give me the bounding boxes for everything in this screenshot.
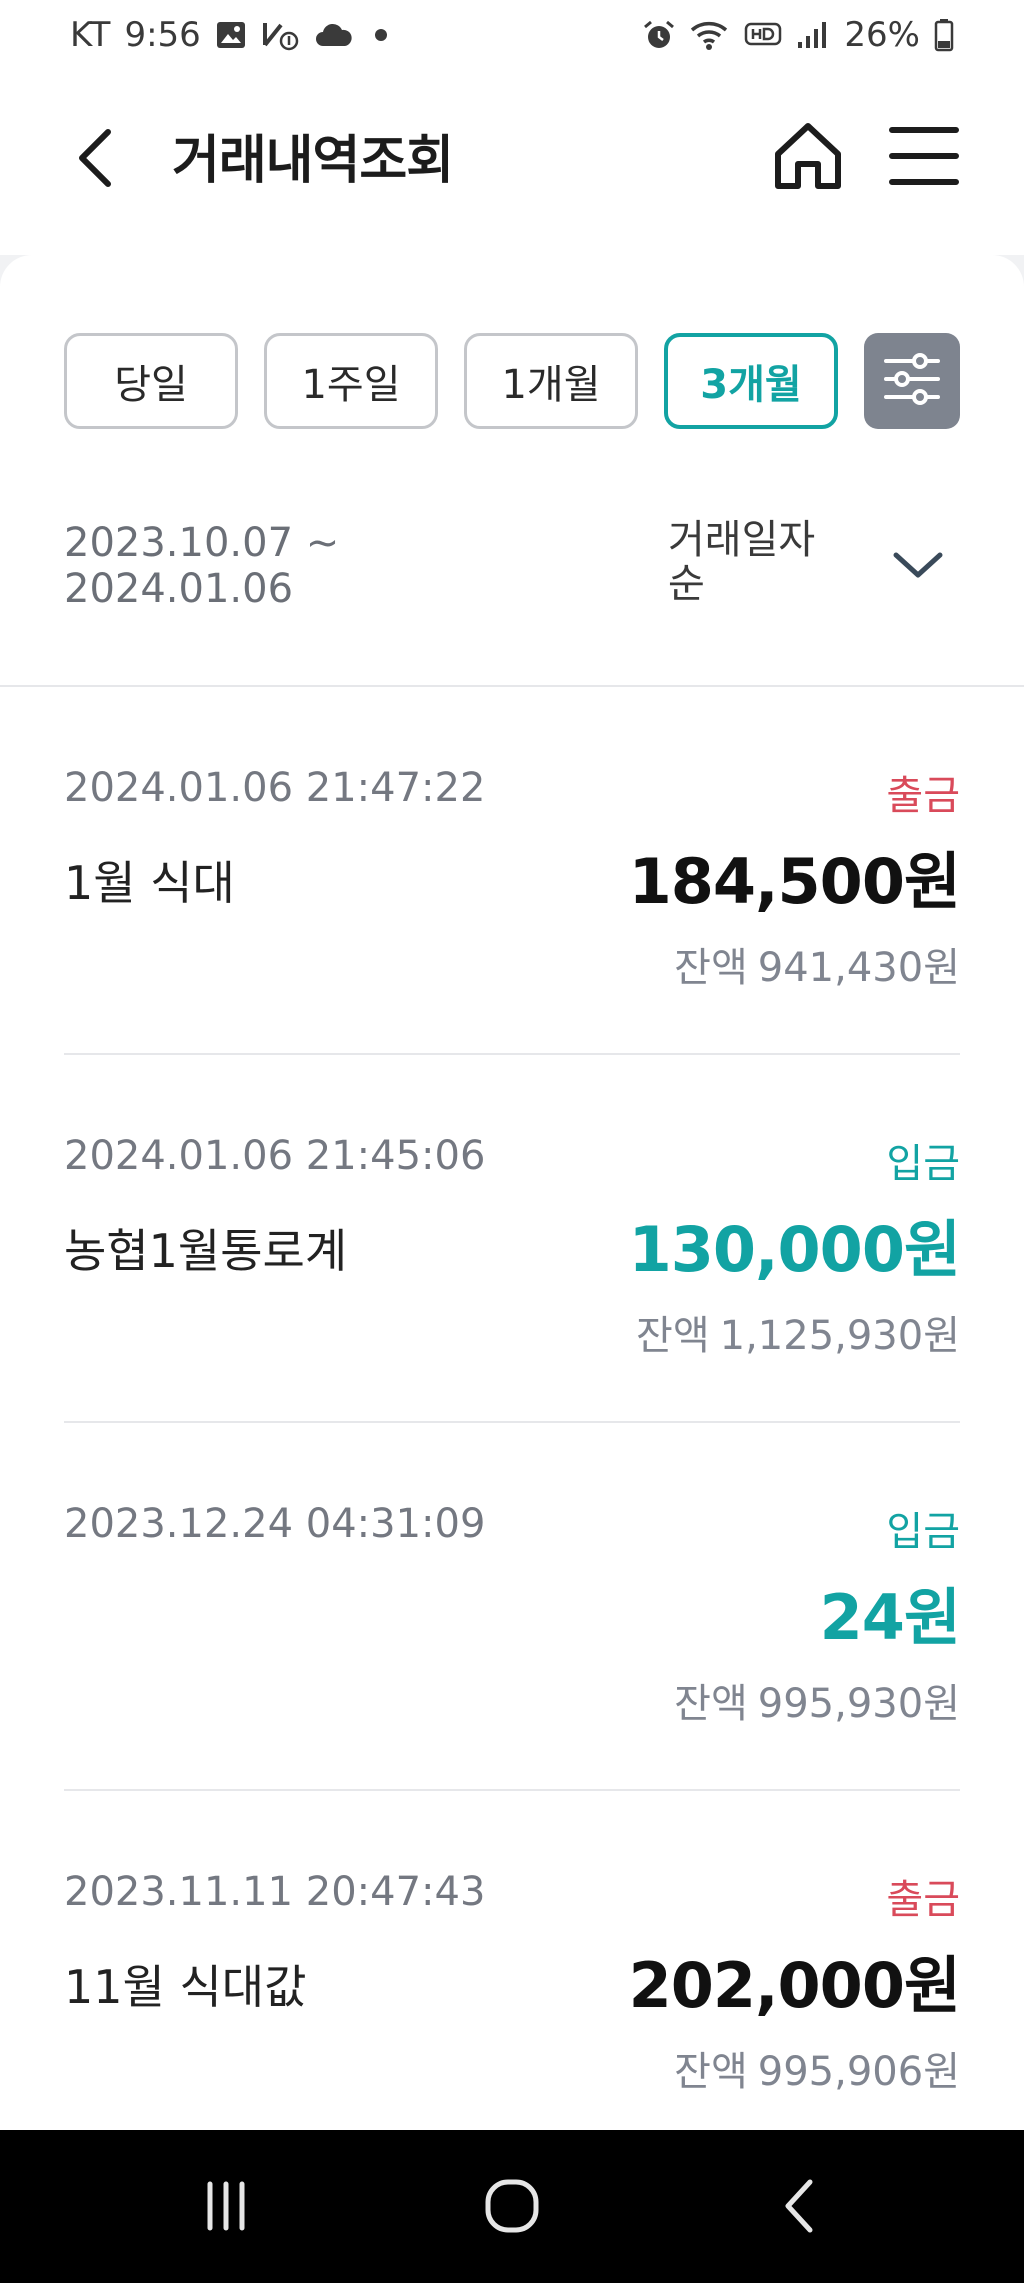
missed-call-icon (261, 19, 301, 51)
period-filters: 당일 1주일 1개월 3개월 (64, 333, 960, 429)
transaction-card: 당일 1주일 1개월 3개월 2023.10.07 ~ 2024.01.06 거… (0, 255, 1024, 2130)
period-range: 2023.10.07 ~ 2024.01.06 (64, 520, 339, 612)
status-bar: KT 9:56 26% (0, 0, 1024, 70)
signal-icon (796, 20, 830, 50)
filter-today-button[interactable]: 당일 (64, 333, 238, 429)
cloud-icon (315, 22, 353, 48)
chevron-down-icon (888, 552, 948, 589)
back-button[interactable] (72, 120, 132, 200)
balance-value: 1,125,930원 (719, 1313, 960, 1359)
transaction-amount: 24원 (819, 1581, 961, 1654)
balance-value: 995,930원 (757, 1681, 960, 1727)
home-button[interactable] (768, 116, 848, 196)
balance-label: 잔액 (674, 1681, 748, 1727)
transaction-datetime: 2023.12.24 04:31:09 (64, 1501, 486, 1547)
notification-dot-icon (367, 25, 395, 45)
home-circle-icon (482, 2176, 542, 2240)
status-bar-left: KT 9:56 (70, 15, 395, 55)
sort-dropdown-button[interactable] (888, 545, 948, 585)
hamburger-menu-icon (884, 127, 964, 200)
transaction-amount: 202,000원 (628, 1949, 961, 2022)
transaction-description: 11월 식대값 (64, 1960, 307, 2014)
transaction-type: 출금 (886, 773, 960, 819)
back-nav-button[interactable] (760, 2168, 840, 2248)
filter-settings-button[interactable] (864, 333, 960, 429)
transaction-description: 1월 식대 (64, 856, 235, 910)
transaction-datetime: 2023.11.11 20:47:43 (64, 1869, 486, 1915)
recent-apps-button[interactable] (186, 2168, 266, 2248)
transaction-datetime: 2024.01.06 21:47:22 (64, 765, 486, 811)
battery-percent: 26% (844, 15, 920, 55)
clock: 9:56 (124, 15, 201, 55)
sort-selector-label[interactable]: 거래일자순 (668, 518, 838, 606)
gallery-icon (215, 20, 247, 50)
filter-1week-button[interactable]: 1주일 (264, 333, 438, 429)
transaction-balance: 잔액 995,930원 (674, 1671, 960, 1729)
sliders-icon (880, 349, 944, 413)
balance-value: 995,906원 (757, 2049, 960, 2095)
transaction-amount: 130,000원 (628, 1213, 961, 1286)
transaction-balance: 잔액 1,125,930원 (636, 1303, 960, 1361)
page-title: 거래내역조회 (172, 131, 454, 191)
transaction-balance: 잔액 941,430원 (674, 935, 960, 993)
transaction-datetime: 2024.01.06 21:45:06 (64, 1133, 486, 1179)
transaction-row[interactable]: 2024.01.06 21:45:06 입금 농협1월통로계 130,000원 … (64, 1055, 961, 1423)
screen: KT 9:56 26% 거래내역조회 당일 1주일 1개월 3개월 2023.1… (0, 0, 1024, 2283)
home-nav-button[interactable] (472, 2168, 552, 2248)
hd-voice-icon (744, 20, 782, 50)
status-bar-right: 26% (642, 15, 954, 55)
transaction-description: 농협1월통로계 (64, 1224, 348, 1278)
period-start: 2023.10.07 ~ (64, 520, 340, 566)
balance-label: 잔액 (674, 2049, 748, 2095)
system-nav-bar (0, 2130, 1024, 2283)
transaction-type: 입금 (886, 1509, 960, 1555)
balance-label: 잔액 (636, 1313, 710, 1359)
app-header: 거래내역조회 (0, 70, 1024, 255)
balance-value: 941,430원 (757, 945, 960, 991)
filter-1month-button[interactable]: 1개월 (464, 333, 638, 429)
transaction-row[interactable]: 2023.12.24 04:31:09 입금 24원 잔액 995,930원 (64, 1423, 961, 1791)
carrier-label: KT (70, 15, 111, 55)
back-arrow-icon (770, 2176, 830, 2240)
alarm-icon (642, 19, 676, 51)
battery-icon (934, 18, 954, 52)
transaction-balance: 잔액 995,906원 (674, 2039, 960, 2097)
home-icon (768, 123, 848, 200)
period-end: 2024.01.06 (64, 566, 294, 612)
menu-button[interactable] (884, 116, 964, 196)
wifi-icon (690, 19, 730, 51)
transaction-type: 출금 (886, 1877, 960, 1923)
chevron-left-icon (72, 126, 116, 194)
transaction-amount: 184,500원 (628, 845, 961, 918)
transaction-type: 입금 (886, 1141, 960, 1187)
balance-label: 잔액 (674, 945, 748, 991)
transaction-row[interactable]: 2024.01.06 21:47:22 출금 1월 식대 184,500원 잔액… (64, 687, 961, 1055)
transaction-row[interactable]: 2023.11.11 20:47:43 출금 11월 식대값 202,000원 … (64, 1791, 961, 2159)
filter-3months-button[interactable]: 3개월 (664, 333, 838, 429)
recent-apps-icon (196, 2176, 256, 2240)
